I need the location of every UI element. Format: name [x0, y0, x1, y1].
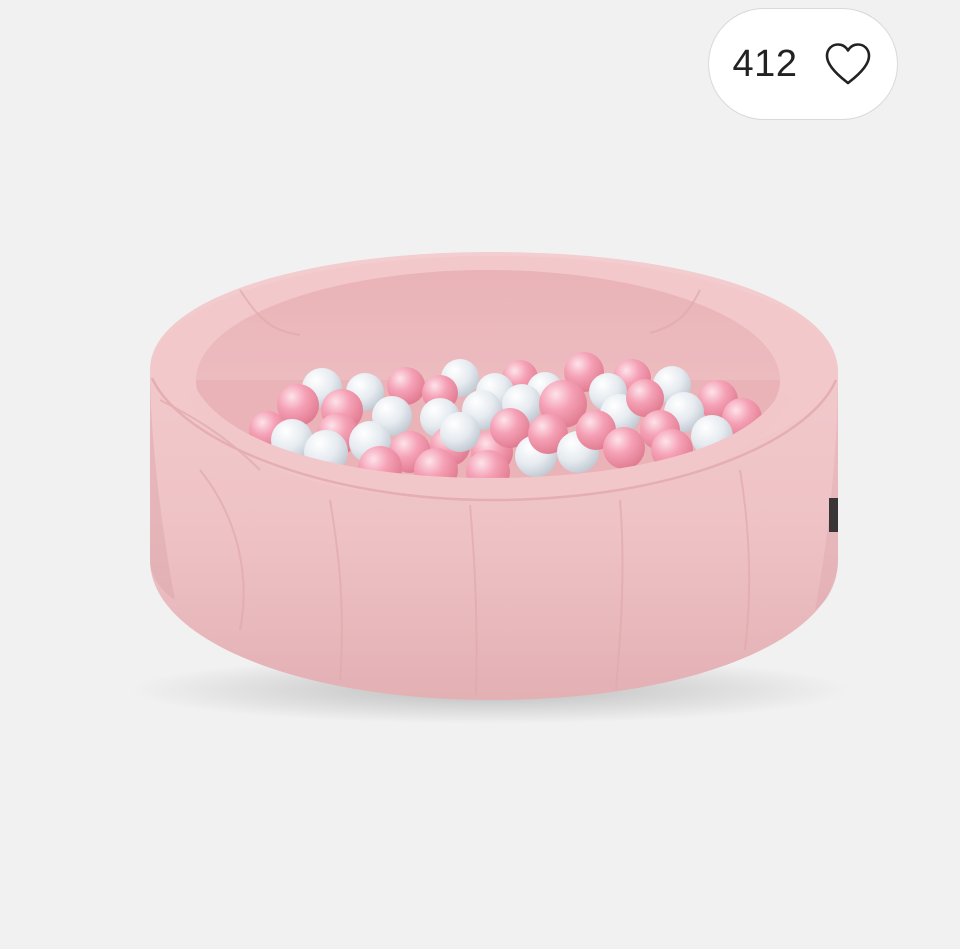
listing-photo-view: 412 [0, 0, 960, 949]
favorite-count: 412 [732, 43, 798, 85]
heart-outline-icon [826, 43, 871, 85]
product-photo[interactable] [0, 0, 960, 949]
brand-tag [829, 498, 838, 532]
favorite-button[interactable]: 412 [708, 8, 898, 120]
